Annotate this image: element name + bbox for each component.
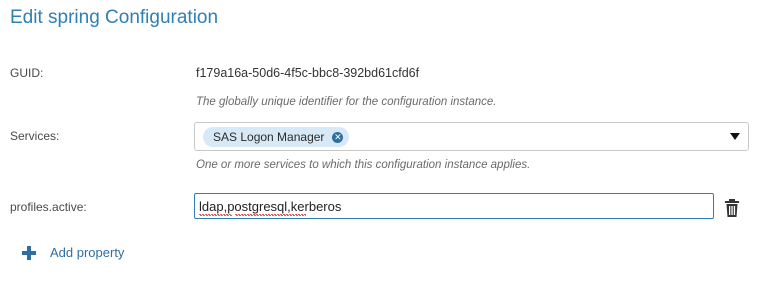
services-label: Services: [10, 129, 60, 143]
page-title: Edit spring Configuration [10, 7, 219, 28]
guid-value: f179a16a-50d6-4f5c-bbc8-392bd61cfd6f [196, 66, 420, 80]
service-chip-label: SAS Logon Manager [213, 130, 325, 144]
services-select[interactable]: SAS Logon Manager ✕ [194, 122, 749, 151]
services-hint: One or more services to which this confi… [196, 159, 531, 171]
add-property-label: Add property [50, 245, 125, 260]
service-chip: SAS Logon Manager ✕ [203, 127, 350, 147]
chevron-down-icon[interactable] [730, 133, 740, 140]
plus-icon [22, 245, 36, 260]
spellcheck-underline [199, 214, 232, 216]
guid-label: GUID: [10, 66, 44, 80]
add-property-button[interactable]: Add property [22, 245, 124, 260]
trash-icon[interactable] [724, 199, 740, 217]
guid-hint: The globally unique identifier for the c… [196, 96, 497, 108]
spellcheck-underline [235, 214, 306, 216]
close-circle-icon[interactable]: ✕ [332, 131, 344, 143]
profiles-active-label: profiles.active: [10, 200, 87, 214]
